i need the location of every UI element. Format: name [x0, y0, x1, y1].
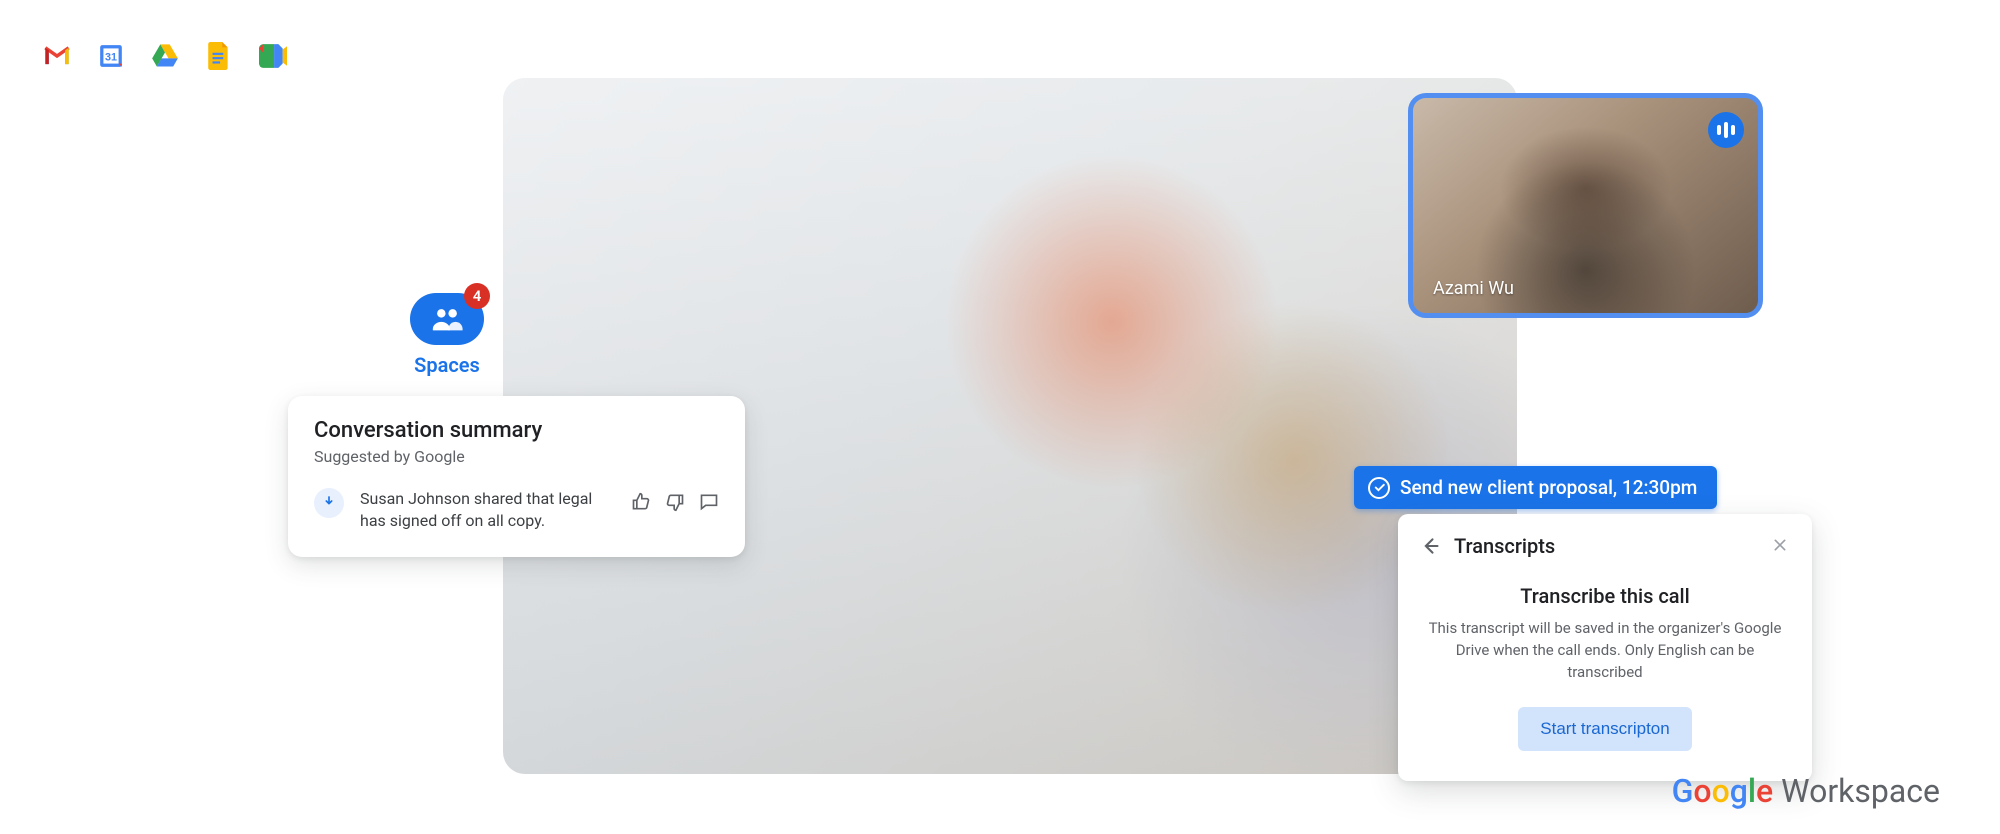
spaces-label: Spaces	[414, 353, 480, 377]
task-chip[interactable]: Send new client proposal, 12:30pm	[1354, 466, 1717, 509]
drive-icon[interactable]	[151, 42, 179, 70]
download-icon[interactable]	[314, 488, 344, 518]
back-arrow-icon[interactable]	[1420, 536, 1440, 556]
close-icon[interactable]	[1772, 537, 1790, 555]
transcripts-title: Transcribe this call	[1420, 584, 1790, 608]
meet-icon[interactable]	[259, 42, 287, 70]
task-label: Send new client proposal, 12:30pm	[1400, 476, 1697, 499]
comment-icon[interactable]	[699, 492, 719, 512]
transcripts-header: Transcripts	[1454, 534, 1758, 558]
thumbs-up-icon[interactable]	[631, 492, 651, 512]
calendar-icon[interactable]: 31	[97, 42, 125, 70]
google-wordmark: Google	[1672, 772, 1774, 810]
svg-text:31: 31	[105, 51, 117, 63]
gmail-icon[interactable]	[43, 42, 71, 70]
summary-subtitle: Suggested by Google	[314, 447, 719, 466]
spaces-chip[interactable]: 4 Spaces	[407, 293, 487, 377]
conversation-summary-card: Conversation summary Suggested by Google…	[288, 396, 745, 557]
summary-item-text: Susan Johnson shared that legal has sign…	[360, 488, 615, 531]
pip-participant-name: Azami Wu	[1433, 278, 1514, 299]
product-icon-strip: 31	[43, 42, 287, 70]
docs-icon[interactable]	[205, 42, 233, 70]
task-check-icon	[1368, 477, 1390, 499]
thumbs-down-icon[interactable]	[665, 492, 685, 512]
speaking-indicator-icon	[1708, 112, 1744, 148]
spaces-badge: 4	[464, 283, 490, 309]
transcripts-panel: Transcripts Transcribe this call This tr…	[1398, 514, 1812, 781]
summary-title: Conversation summary	[314, 418, 719, 443]
google-workspace-logo: Google Workspace	[1672, 772, 1940, 810]
video-pip-tile[interactable]: Azami Wu	[1408, 93, 1763, 318]
workspace-wordmark: Workspace	[1781, 772, 1940, 810]
people-icon	[430, 302, 464, 336]
start-transcription-button[interactable]: Start transcripton	[1518, 707, 1691, 751]
spaces-pill[interactable]: 4	[410, 293, 484, 345]
transcripts-description: This transcript will be saved in the org…	[1420, 618, 1790, 683]
